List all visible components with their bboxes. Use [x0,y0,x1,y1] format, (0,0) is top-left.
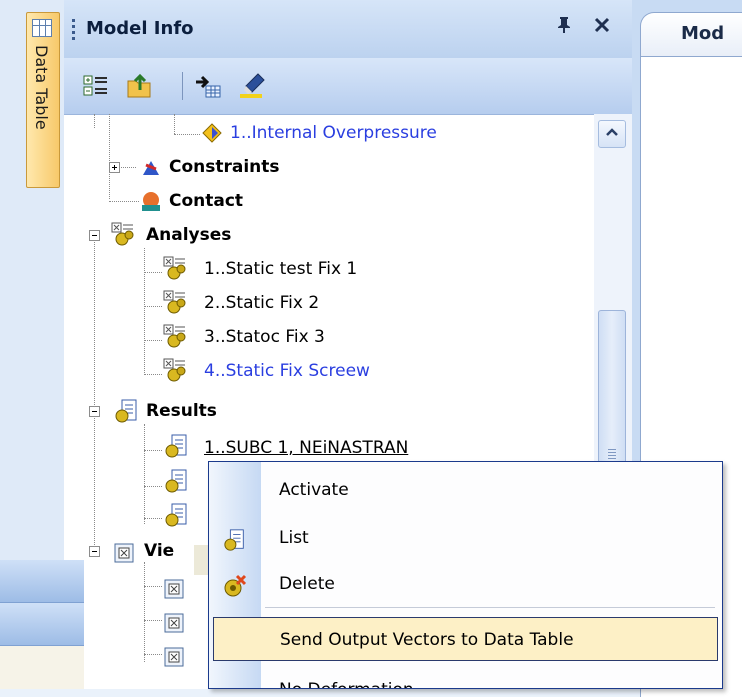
tree-item-label: Vie [144,541,175,561]
expand-tree-icon[interactable] [82,72,110,100]
tree-item-label: Analyses [146,225,232,245]
expand-plus-icon[interactable] [109,162,120,173]
view-icon [164,577,184,599]
list-icon [223,528,245,551]
highlight-pen-icon[interactable] [238,72,266,100]
collapse-minus-icon[interactable] [89,546,100,557]
tree-item-label: 2..Static Fix 2 [204,293,320,313]
analysis-item[interactable]: 1..Static test Fix 1 [64,252,584,286]
panel-title: Model Info [86,18,194,39]
tree-item-label: Constraints [169,157,280,177]
analysis-icon [162,255,186,280]
contact-icon [140,191,160,211]
menu-item-label: No Deformation [279,680,414,688]
collapse-minus-icon[interactable] [89,230,100,241]
drag-grip-icon[interactable] [72,19,75,41]
toolbar-separator [182,72,183,100]
tree-item-label: Results [146,401,217,421]
view-icon [164,645,184,667]
tree-item-constraints[interactable]: Constraints [64,150,584,184]
document-tab-label: Mod [681,23,725,44]
result-icon [164,502,187,527]
tree-item-label: 1..SUBC 1, NEiNASTRAN [204,438,409,458]
analysis-icon [162,323,186,348]
tree-item-label: 4..Static Fix Screew [204,361,370,381]
menu-item-label: List [279,528,309,548]
menu-item-label: Delete [279,574,335,594]
data-table-icon [32,19,52,37]
open-folder-icon[interactable] [126,72,154,100]
tree-item-label: 1..Static test Fix 1 [204,259,358,279]
window-bar [0,603,84,646]
data-table-tab[interactable]: Data Table [26,12,60,188]
analysis-folder-icon [110,221,134,246]
collapse-minus-icon[interactable] [89,406,100,417]
tree-item-label: 3..Statoc Fix 3 [204,327,325,347]
result-icon [164,468,187,493]
menu-item-send-output-vectors[interactable]: Send Output Vectors to Data Table [213,617,718,661]
window-bar [0,560,84,603]
tree-item-analyses[interactable]: Analyses [64,218,584,252]
send-to-table-icon[interactable] [194,72,222,100]
analysis-item[interactable]: 3..Statoc Fix 3 [64,320,584,354]
scroll-up-icon[interactable] [598,120,626,148]
pin-icon[interactable] [556,16,572,39]
background-window-fragment [0,560,84,689]
analysis-item[interactable]: 2..Static Fix 2 [64,286,584,320]
analysis-item-active[interactable]: 4..Static Fix Screew [64,354,584,388]
context-menu: Activate List Delete Send Output Vectors… [208,461,723,689]
panel-toolbar [64,58,632,115]
close-icon[interactable] [594,14,610,39]
menu-item-list[interactable]: List [209,516,722,560]
panel-title-bar[interactable]: Model Info [64,0,632,59]
scroll-grip-icon [608,449,616,459]
menu-item-label: Activate [279,480,349,500]
analysis-icon [162,357,186,382]
data-table-tab-label: Data Table [32,45,51,130]
view-icon [114,541,134,563]
document-tab[interactable]: Mod [640,12,742,57]
menu-item-delete[interactable]: Delete [209,562,722,606]
menu-item-no-deformation[interactable]: No Deformation [209,668,722,688]
view-icon [164,611,184,633]
menu-item-label: Send Output Vectors to Data Table [280,630,574,650]
result-icon [164,433,187,458]
analysis-icon [162,289,186,314]
tree-item-load[interactable]: 1..Internal Overpressure [64,116,584,150]
tree-item-results[interactable]: Results [64,394,584,428]
result-item-selected[interactable]: 1..SUBC 1, NEiNASTRAN [64,431,584,465]
tree-item-label: Contact [169,191,244,211]
tree-item-contact[interactable]: Contact [64,184,584,218]
menu-separator [265,607,715,608]
menu-item-activate[interactable]: Activate [209,468,722,512]
tree-item-label: 1..Internal Overpressure [230,123,437,143]
results-folder-icon [114,398,137,423]
constraints-icon [140,157,160,177]
window-bar [0,646,84,689]
load-icon [201,123,222,143]
delete-icon [223,574,247,597]
